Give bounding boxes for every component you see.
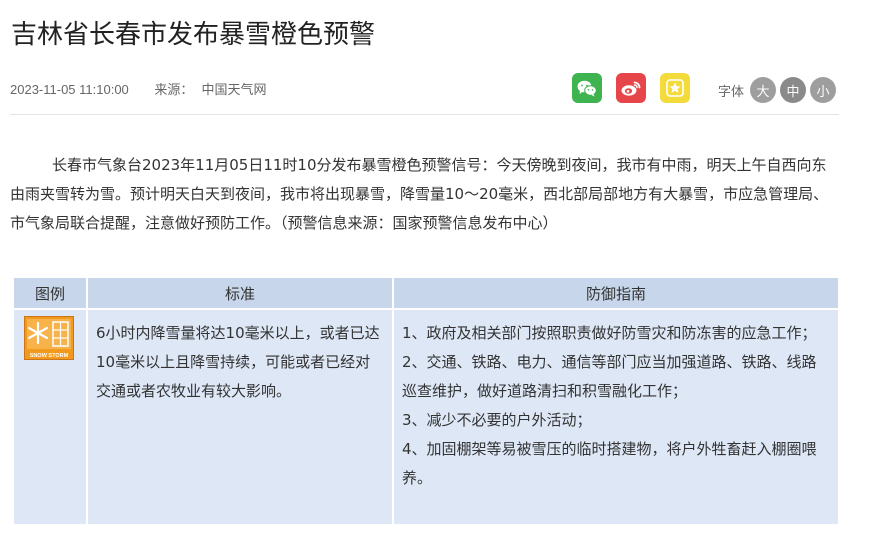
guide-item-1: 1、政府及相关部门按照职责做好防雪灾和防冻害的应急工作； [402,324,817,342]
header-divider [10,114,839,115]
warning-table: 图例 标准 防御指南 SNOW STORM 6小时内降雪量将达10毫米以上，或者… [12,276,840,526]
wechat-icon [577,80,597,96]
share-weibo-button[interactable] [616,73,646,103]
source-label: 来源： [154,82,194,97]
font-large-button[interactable]: 大 [750,77,776,103]
article-body: 长春市气象台2023年11月05日11时10分发布暴雪橙色预警信号：今天傍晚到夜… [10,156,829,232]
page-title: 吉林省长春市发布暴雪橙色预警 [11,20,376,50]
table-header-standard: 标准 [86,276,394,310]
share-wechat-button[interactable] [572,73,602,103]
font-small-button[interactable]: 小 [810,77,836,103]
table-header-legend: 图例 [12,276,88,310]
weibo-icon [621,81,641,96]
guide-item-3: 3、减少不必要的户外活动； [402,411,592,429]
favorite-button[interactable] [660,73,690,103]
font-medium-button[interactable]: 中 [780,77,806,103]
font-size-label: 字体 [718,85,745,100]
publish-datetime: 2023-11-05 11:10:00 [10,82,129,97]
guide-item-4: 4、加固棚架等易被雪压的临时搭建物，将户外牲畜赶入棚圈喂养。 [402,440,817,487]
guide-item-2: 2、交通、铁路、电力、通信等部门应当加强道路、铁路、线路巡查维护，做好道路清扫和… [402,353,817,400]
snowstorm-orange-warning-icon: SNOW STORM [24,316,74,360]
table-header-row: 图例 标准 防御指南 [12,276,840,310]
guide-cell: 1、政府及相关部门按照职责做好防雪灾和防冻害的应急工作； 2、交通、铁路、电力、… [392,308,840,526]
svg-text:SNOW STORM: SNOW STORM [30,353,69,359]
source-name: 中国天气网 [201,82,267,97]
standard-cell: 6小时内降雪量将达10毫米以上，或者已达10毫米以上且降雪持续，可能或者已经对交… [86,308,394,526]
legend-cell: SNOW STORM [12,308,88,526]
article-meta: 2023-11-05 11:10:00 来源： 中国天气网 [10,79,266,98]
star-icon [666,79,684,97]
table-header-guide: 防御指南 [392,276,840,310]
table-row: SNOW STORM 6小时内降雪量将达10毫米以上，或者已达10毫米以上且降雪… [12,308,840,526]
